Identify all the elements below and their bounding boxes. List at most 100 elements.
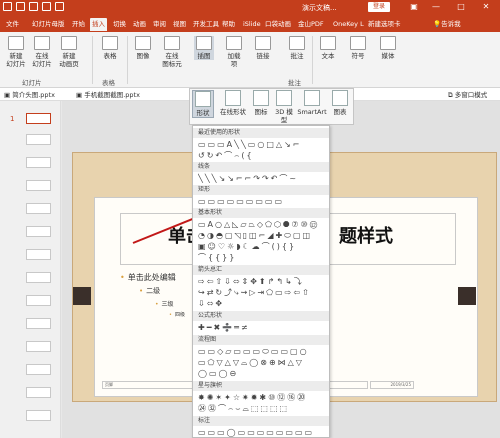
shape-row[interactable]: ⇩⬄✥ [198,298,328,309]
tab-review[interactable]: 审阅 [151,18,168,31]
doc-tab-2[interactable]: ▣ 手机截图截图.pptx [76,89,140,99]
maximize-button[interactable]: □ [455,1,467,13]
tab-view[interactable]: 视图 [171,18,188,31]
new-slide-button[interactable]: 新建 幻灯片 [6,36,26,68]
tell-me-search[interactable]: 💡告诉我 [433,18,461,28]
minimize-button[interactable]: — [430,1,442,13]
slide-thumbnail[interactable] [26,387,51,398]
bullet-level-1[interactable]: • 单击此处编辑 [120,272,176,283]
link-label: 链接 [256,52,270,60]
customize-icon[interactable] [55,2,64,11]
illustration-button[interactable]: 插图 [194,36,214,60]
slide-thumbnail[interactable] [26,295,51,306]
shape-row[interactable]: ▭⬠▽△▽⌓◯⊗⊕⋈△▽ [198,357,328,368]
redo-icon[interactable] [29,2,38,11]
doc-tab-2-label: 手机截图截图.pptx [84,91,140,99]
shape-row[interactable]: ▭▭▭A╲╲▭○□△↘⌐ [198,139,328,150]
right-decor-bar [458,287,476,305]
shape-row[interactable]: ✸✺✶✦☆✷✹✱⑩⑫⑯⑳ [198,392,328,403]
section-header: 基本形状 [193,208,329,218]
online-shapes-button[interactable]: 在线形状 [218,90,248,116]
tab-slide-master[interactable]: 幻灯片母版 [30,18,67,31]
multi-window-toggle[interactable]: ⧉ 多窗口模式 [448,89,487,100]
text-button[interactable]: 文本 [318,36,338,60]
bullet-level-1-text: 单击此处编辑 [127,273,176,282]
addin-button[interactable]: 加载 项 [224,36,244,68]
shape-row[interactable]: ▭▭▭◯▭▭▭▭▭▭▭▭ [198,427,328,437]
slide-thumbnail[interactable] [26,341,51,352]
tab-kingsoft-pdf[interactable]: 金山PDF [296,18,326,31]
shape-row[interactable]: ◯▭◯⊖ [198,368,328,379]
slide-thumbnail[interactable] [26,249,51,260]
bullet-level-2[interactable]: • 二级 [139,286,160,296]
addin-icon [226,36,242,50]
tab-new[interactable]: 新建选项卡 [366,18,403,31]
image-button[interactable]: 图像 [133,36,153,60]
slide-thumbnail[interactable] [26,272,51,283]
online-slide-button[interactable]: 在线 幻灯片 [32,36,52,68]
online-icon-icon [164,36,180,50]
shape-row[interactable]: ▣☺♡☼◗☾☁⌒(){} [198,241,328,252]
ribbon-display-icon[interactable]: ▣ [408,1,420,13]
shapes-button[interactable]: 形状 [192,90,214,118]
shape-row[interactable]: ✚━✖➗═≠ [198,322,328,333]
bullet-level-3[interactable]: • 三级 [155,299,174,308]
shape-row[interactable]: ↪⇄↻⤴⤷⇝▷⇥⬠▭⇨⇦⇧ [198,287,328,298]
bullet-level-4[interactable]: • 四级 [169,311,185,318]
online-icon-button[interactable]: 在线 图标元 [160,36,184,68]
tab-animations[interactable]: 动画 [131,18,148,31]
shape-row[interactable]: ⌒{{}} [198,252,328,263]
slide-thumbnail[interactable] [26,113,51,124]
text-icon [320,36,336,50]
new-animation-page-button[interactable]: 新建 动画页 [58,36,80,68]
symbol-button[interactable]: 符号 [348,36,368,60]
tab-insert[interactable]: 插入 [90,18,107,31]
shape-row[interactable]: ▭A○△◺▱⏢◇⬠⬡⯃⑦⑩⑫ [198,219,328,230]
close-button[interactable]: ✕ [480,1,492,13]
doc-tab-1[interactable]: ▣ 简介头图.pptx [4,89,55,99]
table-button[interactable]: 表格 [100,36,120,60]
slide-thumbnail[interactable] [26,318,51,329]
tab-file[interactable]: 文件 [4,18,21,31]
symbol-label: 符号 [351,52,365,60]
slide-thumbnail[interactable] [26,134,51,145]
tab-transitions[interactable]: 切换 [111,18,128,31]
table-label: 表格 [103,52,117,60]
shape-row[interactable]: ⇨⇦⇧⇩⬄⇕✥⬆↱↰↳⤵ [198,276,328,287]
undo-icon[interactable] [16,2,25,11]
slide-thumbnail[interactable] [26,364,51,375]
slide-thumbnail[interactable] [26,157,51,168]
shapes-icon [195,91,211,107]
shape-row[interactable]: ╲╲╲↘↘⌐⌐↷↷↶⌒~ [198,173,328,184]
tab-developer[interactable]: 开发工具 [191,18,221,31]
icons-button[interactable]: 图标 [252,90,270,116]
tab-pocket-animation[interactable]: 口袋动画 [263,18,293,31]
slide-thumbnail[interactable] [26,180,51,191]
bullet-level-3-text: 三级 [161,301,174,308]
shape-row[interactable]: ▭▭▭▭▭▭▭▭▭ [198,196,328,207]
illustration-dropdown: 形状 在线形状 图标 3D 模型 SmartArt 图表 [189,88,354,125]
media-button[interactable]: 媒体 [378,36,398,60]
date-placeholder[interactable]: 2019/3/25 [370,381,414,389]
login-button[interactable]: 登录 [368,2,390,12]
link-button[interactable]: 链接 [253,36,273,60]
tab-help[interactable]: 帮助 [220,18,237,31]
shape-row[interactable]: ▭▭◇▱▭▭▭⬭▭▭▢○ [198,346,328,357]
tab-home[interactable]: 开始 [70,18,87,31]
slide-thumbnail[interactable] [26,226,51,237]
3d-model-icon [276,90,292,106]
comment-button[interactable]: 批注 [287,36,307,60]
shape-row[interactable]: ◔◑◓▢◹▯◫⌐◢✚⬭▢◫ [198,230,328,241]
3d-model-button[interactable]: 3D 模型 [273,90,295,124]
present-icon[interactable] [42,2,51,11]
tab-onekey[interactable]: OneKey L [331,18,366,31]
slide-thumbnail[interactable] [26,203,51,214]
shape-row[interactable]: ↺↻↶⌒⌢({ [198,150,328,161]
tab-islide[interactable]: iSlide [241,18,263,31]
save-icon[interactable] [3,2,12,11]
link-icon [255,36,271,50]
chart-button[interactable]: 图表 [330,90,350,116]
shape-row[interactable]: ㉔㉜⌒⌢⌣⌓⬚⬚⬚⬚ [198,403,328,414]
slide-thumbnail[interactable] [26,410,51,421]
smartart-button[interactable]: SmartArt [297,90,327,116]
